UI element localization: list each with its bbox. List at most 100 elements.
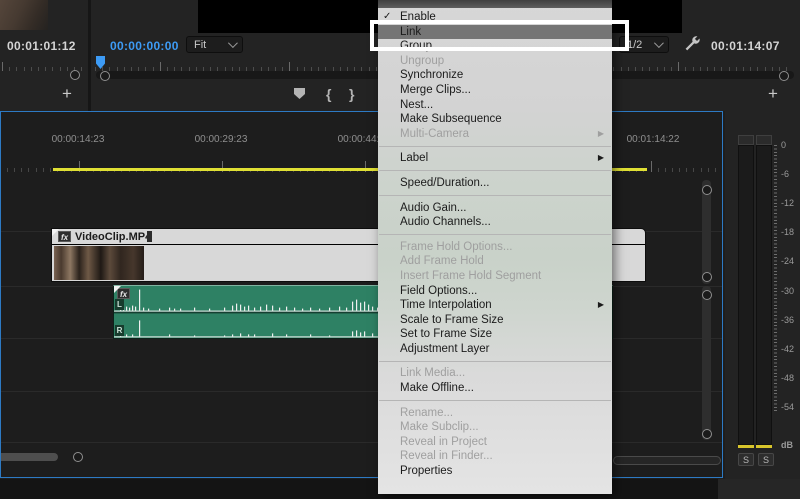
menu-item-label: Speed/Duration... [400,177,490,189]
menu-item-label: Label [400,152,428,164]
menu-item-set-to-frame-size[interactable]: Set to Frame Size [378,327,612,342]
menu-item-properties[interactable]: Properties [378,464,612,479]
program-scroll-right-handle[interactable] [779,71,789,81]
source-monitor: 00:01:01:12 + [0,0,88,111]
scrollbar-handle[interactable] [702,290,712,300]
meter-header-right [756,135,772,145]
solo-left-button[interactable]: S [738,453,754,466]
fx-badge-icon: fx [58,231,71,242]
program-scroll-left-handle[interactable] [100,71,110,81]
menu-item-label: Set to Frame Size [400,328,492,340]
menu-item-link[interactable]: Link [378,25,612,40]
ruler-tick [9,67,10,71]
meter-level-right [756,445,772,448]
channel-left-badge: L [115,299,124,310]
audio-tracks-scrollbar[interactable] [702,286,711,440]
source-add-button[interactable]: + [62,87,72,101]
horizontal-scrollbar-thumb[interactable] [1,453,58,461]
meter-scale-ticks [774,145,777,413]
submenu-arrow-icon: ▶ [598,298,604,313]
menu-item-label: Insert Frame Hold Segment [400,270,541,282]
menu-item-audio-gain[interactable]: Audio Gain... [378,201,612,216]
source-timecode: 00:01:01:12 [7,39,76,53]
menu-item-adjustment-layer[interactable]: Adjustment Layer [378,342,612,357]
horizontal-scrollbar-segment[interactable] [613,456,721,465]
mark-in-icon[interactable]: { [326,86,331,102]
settings-wrench-icon[interactable] [684,35,700,51]
menu-item-time-interpolation[interactable]: Time Interpolation▶ [378,298,612,313]
menu-item-label[interactable]: Label ▶ [378,151,612,166]
program-current-timecode[interactable]: 00:00:00:00 [110,39,179,53]
menu-item-synchronize[interactable]: Synchronize [378,68,612,83]
ruler-tick [67,67,68,71]
menu-item-scale-to-frame-size[interactable]: Scale to Frame Size [378,313,612,328]
menu-item-label: Reveal in Project [400,436,487,448]
add-marker-icon[interactable] [294,88,305,99]
ruler-tick [31,67,32,71]
menu-item-speed-duration[interactable]: Speed/Duration... [378,176,612,191]
ruler-tick [95,67,96,71]
meter-header-left [738,135,754,145]
menu-item-label: Reveal in Finder... [400,450,493,462]
meter-db-label: -36 [781,315,794,325]
ruler-tick [43,168,44,172]
menu-separator [378,230,612,240]
menu-item-label: Link [400,26,421,38]
zoom-level-value: Fit [194,39,206,51]
scrollbar-handle[interactable] [702,429,712,439]
menu-item-frame-hold-options: Frame Hold Options... [378,240,612,255]
menu-item-make-offline[interactable]: Make Offline... [378,381,612,396]
menu-item-label: Merge Clips... [400,84,471,96]
ruler-tick [658,168,659,172]
ruler-tick [160,62,161,71]
ruler-tick [679,168,680,172]
menu-item-group[interactable]: Group [378,39,612,54]
video-clip-thumbnail [54,246,144,280]
submenu-arrow-icon: ▶ [598,151,604,166]
ruler-tick [45,67,46,71]
menu-item-audio-channels[interactable]: Audio Channels... [378,215,612,230]
menu-item-label: Ungroup [400,55,444,67]
menu-item-enable[interactable]: ✓Enable [378,10,612,25]
ruler-tick [50,168,51,172]
menu-item-multi-camera: Multi-Camera▶ [378,127,612,142]
meter-db-label: -6 [781,169,789,179]
video-tracks-scrollbar[interactable] [702,180,711,284]
menu-clipped-top [378,0,612,8]
menu-item-label: Group [400,40,432,52]
meter-bar-right [756,145,772,445]
ruler-tick [672,168,673,172]
context-menu: ✓EnableLink Group UngroupSynchronizeMerge … [378,0,612,494]
channel-right-badge: R [115,325,124,336]
scrollbar-handle[interactable] [702,185,712,195]
menu-item-label: Make Subclip... [400,421,479,433]
mark-out-icon[interactable]: } [349,86,354,102]
ruler-tick [52,67,53,71]
premiere-pro-window: 00:01:01:12 + 00:00:00:00 Fit 1/2 00:01:… [0,0,800,499]
checkmark-icon: ✓ [383,10,391,25]
menu-separator [378,166,612,176]
menu-item-nest[interactable]: Nest... [378,98,612,113]
menu-item-make-subsequence[interactable]: Make Subsequence [378,112,612,127]
video-clip-name: VideoClip.MP4 [75,231,151,243]
clip-fold-corner [52,229,59,236]
solo-right-button[interactable]: S [758,453,774,466]
menu-item-ungroup: Ungroup [378,54,612,69]
zoom-level-dropdown[interactable]: Fit [186,36,243,53]
horizontal-scroll-handle[interactable] [73,452,83,462]
meter-db-label: -48 [781,373,794,383]
clip-fold-corner [114,286,121,293]
menu-item-merge-clips[interactable]: Merge Clips... [378,83,612,98]
menu-item-field-options[interactable]: Field Options... [378,284,612,299]
menu-item-label: Adjustment Layer [400,343,490,355]
audio-meter-panel: 0-6-12-18-24-30-36-42-48-54 dB S S [725,111,800,479]
scrollbar-handle[interactable] [702,272,712,282]
menu-item-insert-frame-hold-segment: Insert Frame Hold Segment [378,269,612,284]
ruler-tick [14,168,15,172]
playback-resolution-dropdown[interactable]: 1/2 [619,36,669,53]
ruler-tick [693,168,694,172]
source-zoom-handle[interactable] [70,70,80,80]
menu-item-reveal-in-finder: Reveal in Finder... [378,449,612,464]
program-add-button[interactable]: + [768,87,778,101]
meter-db-label: -42 [781,344,794,354]
